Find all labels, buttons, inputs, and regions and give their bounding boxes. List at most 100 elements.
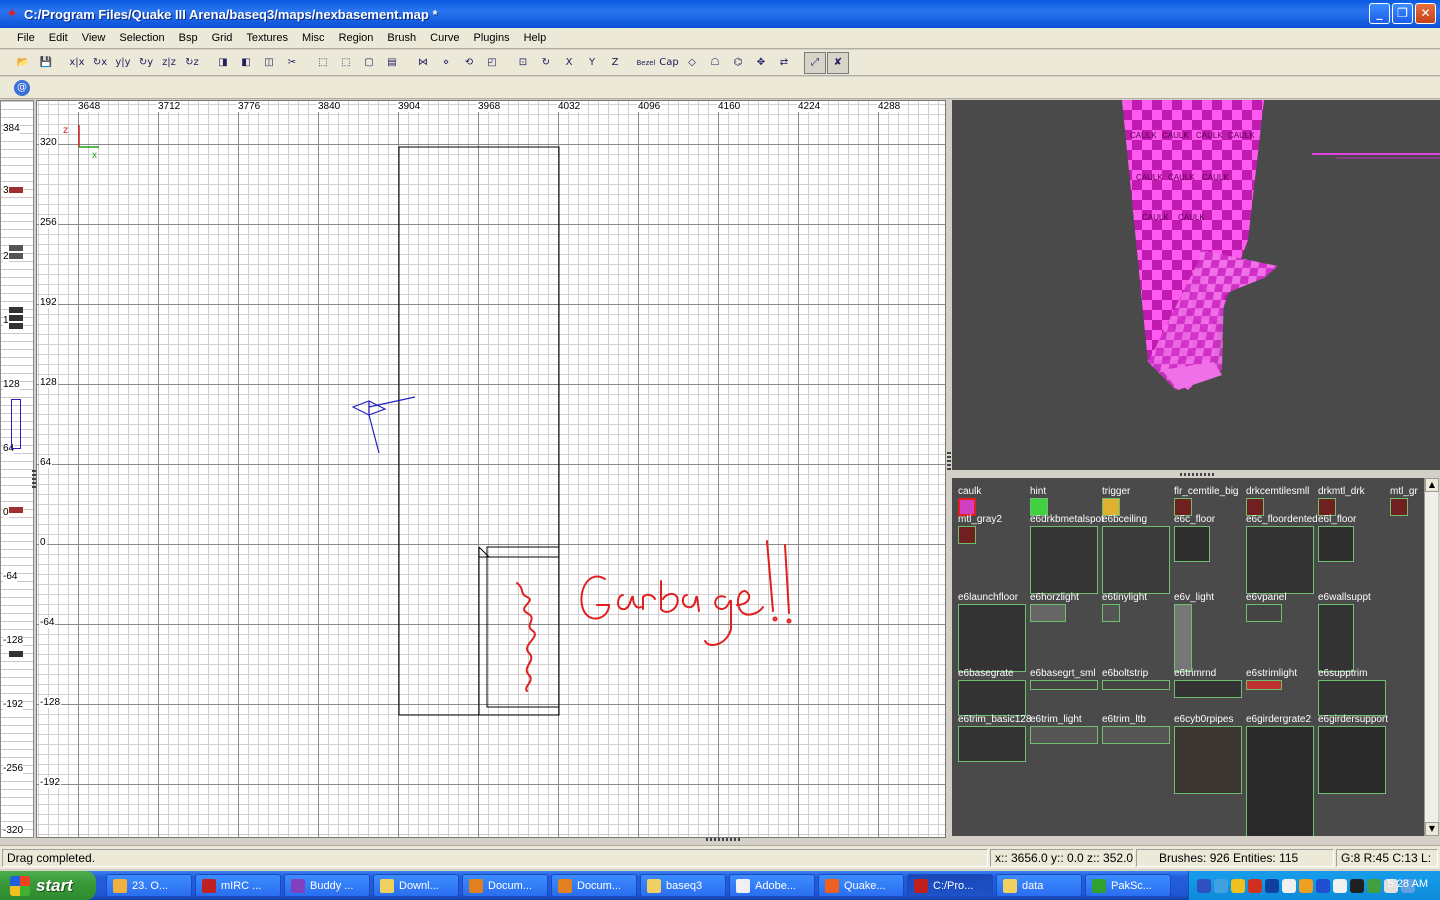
radiant-app-icon[interactable]: ✦	[4, 6, 20, 22]
close-button[interactable]: ✕	[1415, 3, 1436, 24]
view-z-icon[interactable]: Z	[604, 52, 626, 74]
select-inside-icon[interactable]: ▢	[358, 52, 380, 74]
menu-misc[interactable]: Misc	[295, 32, 332, 44]
flip-z-icon[interactable]: z|z	[158, 52, 180, 74]
status-bar: Drag completed. x:: 3656.0 y:: 0.0 z:: 3…	[0, 845, 1440, 869]
z-axis-ruler[interactable]: 384 3 2 1 128 64 0 -64 -128 -192 -256 -320	[0, 100, 34, 838]
texture-browser[interactable]: caulk hint trigger flr_cemtile_big drkcemtil…	[952, 478, 1424, 836]
tray-icon[interactable]	[1231, 878, 1245, 893]
drag-edge-icon[interactable]: ⋈	[412, 52, 434, 74]
select-touching-icon[interactable]: ⬚	[312, 52, 334, 74]
save-icon[interactable]: 💾	[35, 52, 57, 74]
bottom-splitter[interactable]	[706, 838, 740, 841]
rotate-lock-icon[interactable]: ☖	[704, 52, 726, 74]
camera-texture-splitter[interactable]	[1180, 473, 1214, 476]
x-tick-label: 3968	[477, 101, 502, 112]
tray-icon[interactable]	[1197, 878, 1211, 893]
drag-vertex-icon[interactable]: ⋄	[435, 52, 457, 74]
taskbar-button[interactable]: 23. O...	[106, 874, 192, 897]
taskbar-button-label: C:/Pro...	[933, 879, 974, 892]
texture-name: e6tinylight	[1102, 592, 1148, 603]
tray-icon[interactable]	[1265, 878, 1279, 893]
camera-mode-icon[interactable]: ⊡	[512, 52, 534, 74]
tray-icon[interactable]	[1248, 878, 1262, 893]
open-icon[interactable]: 📂	[12, 52, 34, 74]
scroll-up-icon[interactable]: ▲	[1425, 478, 1439, 492]
select-partial-icon[interactable]: ⬚	[335, 52, 357, 74]
taskbar-button[interactable]: Buddy ...	[284, 874, 370, 897]
x-axis-label: x	[92, 150, 97, 161]
clipper-icon[interactable]: ✂	[281, 52, 303, 74]
xz-2d-view[interactable]: z x 3648 3712 3776 3840 3904 3968 4032 4…	[36, 100, 946, 838]
maximize-button[interactable]: ❐	[1392, 3, 1413, 24]
texture-browser-scrollbar[interactable]: ▲ ▼	[1424, 478, 1439, 836]
tray-icon[interactable]	[1299, 878, 1313, 893]
taskbar-button[interactable]: Quake...	[818, 874, 904, 897]
menu-edit[interactable]: Edit	[42, 32, 75, 44]
menu-plugins[interactable]: Plugins	[467, 32, 517, 44]
taskbar-button[interactable]: data	[996, 874, 1082, 897]
redisperse-icon[interactable]: ✘	[827, 51, 849, 74]
rotate-x-icon[interactable]: ↻x	[89, 52, 111, 74]
view-x-icon[interactable]: X	[558, 52, 580, 74]
camera-move-icon[interactable]: ✥	[750, 52, 772, 74]
clock: 5:28 AM	[1387, 878, 1428, 890]
caulk-label: CAULK	[1136, 173, 1163, 182]
minimize-button[interactable]: _	[1369, 3, 1390, 24]
flip-x-icon[interactable]: x|x	[66, 52, 88, 74]
taskbar-button[interactable]: C:/Pro...	[907, 874, 993, 897]
tray-icon[interactable]	[1316, 878, 1330, 893]
tray-icon[interactable]	[1367, 878, 1381, 893]
cubic-clip-icon[interactable]: ◰	[481, 52, 503, 74]
show-textures-icon[interactable]: ⟲	[458, 52, 480, 74]
show-entity-icon[interactable]: Cap	[658, 52, 680, 74]
patch-inspector-icon[interactable]: @	[14, 79, 30, 96]
taskbar-button[interactable]: Adobe...	[729, 874, 815, 897]
menu-help[interactable]: Help	[517, 32, 554, 44]
make-hollow-icon[interactable]: ◫	[258, 52, 280, 74]
csg-subtract-icon[interactable]: ◨	[212, 52, 234, 74]
taskbar-button[interactable]: baseq3	[640, 874, 726, 897]
taskbar-button-label: Docum...	[488, 879, 533, 892]
menu-file[interactable]: File	[10, 32, 42, 44]
menu-region[interactable]: Region	[332, 32, 381, 44]
menu-textures[interactable]: Textures	[239, 32, 295, 44]
flip-y-icon[interactable]: y|y	[112, 52, 134, 74]
menu-selection[interactable]: Selection	[112, 32, 171, 44]
taskbar-button[interactable]: Downl...	[373, 874, 459, 897]
rotate-z-icon[interactable]: ↻z	[181, 52, 203, 74]
taskbar-button[interactable]: Docum...	[462, 874, 548, 897]
show-patch-icon[interactable]: Bezel	[635, 52, 657, 74]
texture-name: e6strimlight	[1246, 668, 1298, 679]
texture-name: e6c_floor	[1174, 514, 1216, 525]
scroll-down-icon[interactable]: ▼	[1425, 822, 1439, 836]
texture-lock-icon[interactable]: ◇	[681, 52, 703, 74]
tray-icon[interactable]	[1214, 878, 1228, 893]
start-button[interactable]: start	[0, 871, 96, 900]
scale-icon[interactable]: ⇄	[773, 52, 795, 74]
select-complete-icon[interactable]: ▤	[381, 52, 403, 74]
texture-name: e6cyb0rpipes	[1174, 714, 1234, 725]
menu-brush[interactable]: Brush	[380, 32, 423, 44]
menu-view[interactable]: View	[75, 32, 113, 44]
camera-3d-view[interactable]: CAULK CAULK CAULK CAULK CAULK CAULK CAUL…	[952, 100, 1440, 470]
taskbar-button[interactable]: PakSc...	[1085, 874, 1171, 897]
view-y-icon[interactable]: Y	[581, 52, 603, 74]
zruler-marker	[9, 245, 23, 251]
tray-icon[interactable]	[1282, 878, 1296, 893]
menu-bsp[interactable]: Bsp	[172, 32, 205, 44]
zruler-splitter[interactable]	[32, 470, 36, 488]
bend-icon[interactable]: ⌬	[727, 52, 749, 74]
menu-grid[interactable]: Grid	[205, 32, 240, 44]
rotate-y-icon[interactable]: ↻y	[135, 52, 157, 74]
tray-icon[interactable]	[1333, 878, 1347, 893]
view-splitter[interactable]	[947, 452, 951, 472]
csg-merge-icon[interactable]: ◧	[235, 52, 257, 74]
menu-curve[interactable]: Curve	[423, 32, 466, 44]
texture-thumbnail	[1318, 680, 1386, 716]
taskbar-button[interactable]: mIRC ...	[195, 874, 281, 897]
drag-mode-icon[interactable]: ⤢	[804, 51, 826, 74]
taskbar-button[interactable]: Docum...	[551, 874, 637, 897]
view-change-icon[interactable]: ↻	[535, 52, 557, 74]
tray-icon[interactable]	[1350, 878, 1364, 893]
